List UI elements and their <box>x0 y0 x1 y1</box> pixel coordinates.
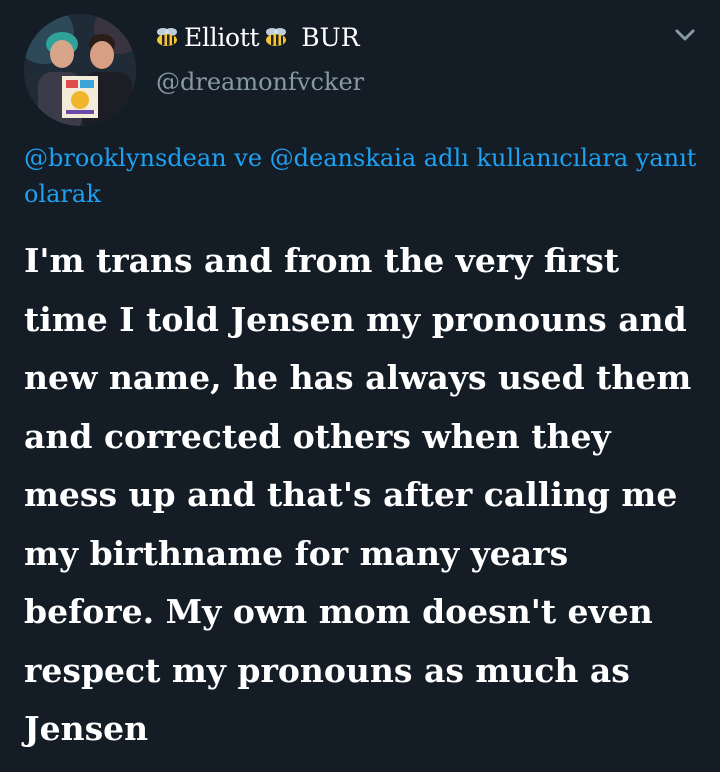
user-handle[interactable]: @dreamonfvcker <box>156 68 364 96</box>
reply-mention-link[interactable]: @brooklynsdean <box>24 144 227 172</box>
tweet-card: Elliott BUR @dreamonfvcker @brooklynsdea… <box>0 0 720 772</box>
reply-context: @brooklynsdean ve @deanskaia adlı kullan… <box>24 140 704 212</box>
avatar[interactable] <box>24 14 136 126</box>
bee-icon <box>263 26 289 48</box>
name-badge: BUR <box>301 22 360 52</box>
display-name-text: Elliott <box>184 22 260 52</box>
reply-mention-link[interactable]: @deanskaia <box>270 144 416 172</box>
bee-icon <box>154 26 180 48</box>
display-name[interactable]: Elliott BUR <box>154 20 360 54</box>
profile-photo <box>24 14 136 126</box>
chevron-down-icon[interactable] <box>670 22 700 48</box>
tweet-text: I'm trans and from the very first time I… <box>24 241 692 748</box>
reply-joiner: ve <box>234 144 263 172</box>
